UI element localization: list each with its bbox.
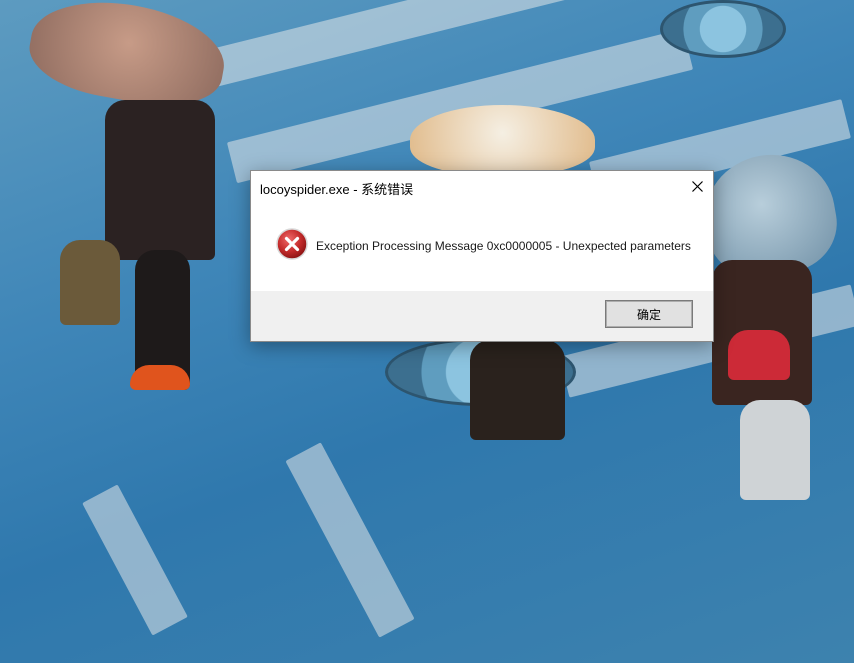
close-icon (691, 180, 703, 192)
umbrella (410, 105, 595, 175)
pedestrian-bag (728, 330, 790, 380)
dialog-title: locoyspider.exe - 系统错误 (260, 182, 414, 197)
crosswalk-stripe (82, 484, 188, 636)
dialog-content: Exception Processing Message 0xc0000005 … (251, 201, 713, 291)
close-button[interactable] (681, 171, 713, 201)
pedestrian (105, 100, 215, 260)
pedestrian (740, 400, 810, 500)
error-dialog: locoyspider.exe - 系统错误 Exception Process… (250, 170, 714, 342)
pedestrian (60, 240, 120, 325)
manhole-cover (660, 0, 786, 58)
ok-button[interactable]: 确定 (606, 301, 692, 327)
pedestrian (470, 340, 565, 440)
umbrella (23, 0, 232, 117)
error-message: Exception Processing Message 0xc0000005 … (316, 239, 691, 253)
pedestrian-shoe (130, 365, 190, 390)
crosswalk-stripe (285, 442, 415, 638)
dialog-footer: 确定 (251, 291, 713, 341)
dialog-titlebar[interactable]: locoyspider.exe - 系统错误 (251, 171, 713, 201)
error-icon (276, 228, 308, 260)
